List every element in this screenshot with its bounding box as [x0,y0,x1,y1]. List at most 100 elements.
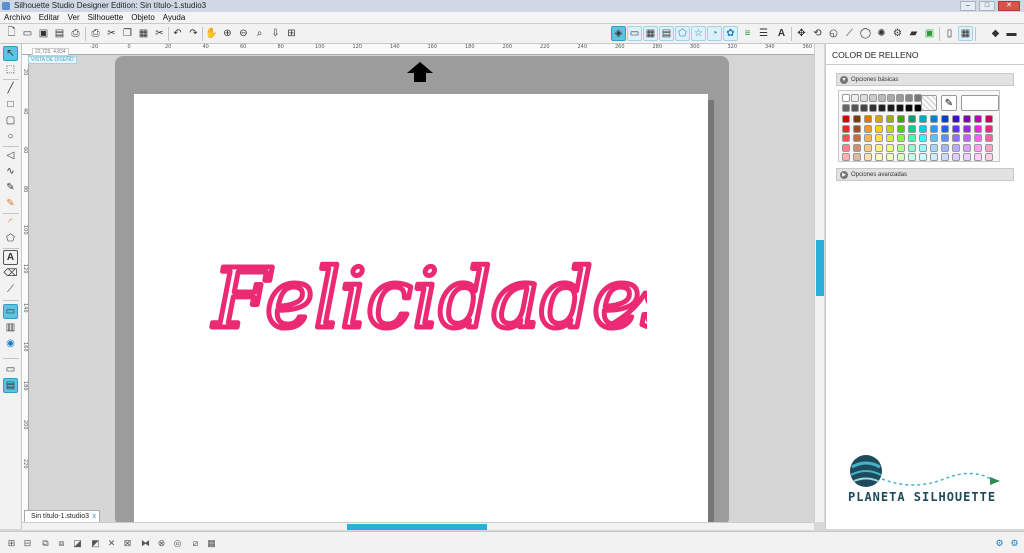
layer-stack-icon[interactable]: ⧄ [188,536,203,550]
align-icon[interactable]: ≡ [740,26,755,41]
color-swatch[interactable] [919,134,927,142]
color-swatch[interactable] [887,104,895,112]
color-swatch[interactable] [908,143,916,152]
knife-icon[interactable]: ⟋ [842,26,857,41]
mat-view-icon[interactable]: ▭ [3,362,18,377]
color-swatch[interactable] [842,94,850,102]
zoom-in-icon[interactable]: ⊕ [220,26,235,41]
print-cut-icon[interactable]: ⎙ [88,26,103,41]
color-swatch[interactable] [896,94,904,102]
star-icon[interactable]: ☆ [691,26,706,41]
new-document-icon[interactable]: 🗋 [4,26,19,41]
color-swatch[interactable] [963,134,971,142]
pentagon-icon[interactable]: ⬠ [675,26,690,41]
color-swatch[interactable] [853,134,861,142]
color-swatch[interactable] [864,115,872,123]
polygon-tool-icon[interactable]: ◁ [3,148,18,163]
line-style-icon[interactable]: ☰ [756,26,771,41]
curve-tool-icon[interactable]: ∿ [3,164,18,179]
trash-icon[interactable]: ✂ [152,26,167,41]
menu-silhouette[interactable]: Silhouette [84,12,128,23]
cut-icon[interactable]: ✂ [104,26,119,41]
color-swatch[interactable] [963,115,971,123]
color-swatch[interactable] [941,143,949,152]
rotate-icon[interactable]: ⟲ [810,26,825,41]
color-swatch[interactable] [919,124,927,133]
menu-archivo[interactable]: Archivo [0,12,35,23]
color-swatch[interactable] [864,134,872,142]
freehand-tool-icon[interactable]: ✎ [3,180,18,195]
zoom-drag-icon[interactable]: ⇩ [268,26,283,41]
text-tool-icon[interactable]: A [3,250,18,265]
color-swatch[interactable] [851,104,859,112]
color-swatch[interactable] [941,124,949,133]
color-swatch[interactable] [985,153,993,161]
color-swatch[interactable] [853,124,861,133]
trace-bottom-icon[interactable]: ◎ [170,536,185,550]
color-swatch[interactable] [875,115,883,123]
color-swatch[interactable] [864,124,872,133]
weld-icon[interactable]: ⚙ [890,26,905,41]
color-swatch[interactable] [853,115,861,123]
maximize-button[interactable]: □ [979,1,995,11]
transparent-swatch[interactable] [921,95,937,111]
color-swatch[interactable] [952,153,960,161]
color-swatch[interactable] [914,104,922,112]
close-button[interactable]: ✕ [998,1,1020,11]
menu-editar[interactable]: Editar [35,12,64,23]
color-swatch[interactable] [897,115,905,123]
vertical-scroll-thumb[interactable] [816,240,824,296]
color-swatch[interactable] [886,115,894,123]
print-icon[interactable]: ⎙ [68,26,83,41]
rectangle-tool-icon[interactable]: □ [3,97,18,112]
color-swatch[interactable] [878,104,886,112]
view-design-icon[interactable]: ▭ [3,304,18,319]
color-swatch[interactable] [974,115,982,123]
settings-gear-icon[interactable]: ⚙ [992,536,1007,550]
vertical-scrollbar[interactable] [814,44,824,522]
felicidades-artwork[interactable]: Felicidades [207,209,647,359]
transform-icon[interactable]: ✥ [794,26,809,41]
color-swatch[interactable] [875,124,883,133]
cut-settings-icon[interactable]: ▦ [958,26,973,41]
regular-polygon-icon[interactable]: ⬠ [3,231,18,246]
close-tab-icon[interactable]: x [93,511,97,522]
copy-icon[interactable]: ❐ [120,26,135,41]
open-icon[interactable]: ▭ [20,26,35,41]
document-tab[interactable]: Sin título-1.studio3 x [24,510,100,522]
zoom-select-icon[interactable]: ⌕ [252,26,267,41]
split-view-icon[interactable]: ▤ [3,378,18,393]
color-swatch[interactable] [930,143,938,152]
delete-icon[interactable]: ⊠ [120,536,135,550]
color-swatch[interactable] [842,143,850,152]
color-swatch[interactable] [842,134,850,142]
weld-bottom-icon[interactable]: ⧓ [138,536,153,550]
duplicate-icon[interactable]: ✕ [104,536,119,550]
color-swatch[interactable] [985,134,993,142]
color-swatch[interactable] [875,153,883,161]
color-swatch[interactable] [919,115,927,123]
color-swatch[interactable] [974,134,982,142]
color-swatch[interactable] [887,94,895,102]
minimize-button[interactable]: – [960,1,976,11]
color-swatch[interactable] [897,124,905,133]
color-swatch[interactable] [919,153,927,161]
color-swatch[interactable] [941,134,949,142]
menu-ayuda[interactable]: Ayuda [159,12,190,23]
color-swatch[interactable] [897,153,905,161]
menu-objeto[interactable]: Objeto [127,12,159,23]
current-color-preview[interactable] [961,95,999,111]
store-icon[interactable]: ◉ [3,336,18,351]
ellipse-tool-icon[interactable]: ○ [3,129,18,144]
color-swatch[interactable] [908,153,916,161]
trace-icon[interactable]: ✺ [874,26,889,41]
undo-icon[interactable]: ↶ [170,26,185,41]
replicate-icon[interactable]: ✿ [723,26,738,41]
library-icon[interactable]: ◔ [707,26,722,41]
eraser-icon[interactable]: ◆ [988,26,1003,41]
color-swatch[interactable] [853,143,861,152]
color-swatch[interactable] [919,143,927,152]
color-swatch[interactable] [842,124,850,133]
save-library-icon[interactable]: ▤ [52,26,67,41]
offset-bottom-icon[interactable]: ⊗ [154,536,169,550]
